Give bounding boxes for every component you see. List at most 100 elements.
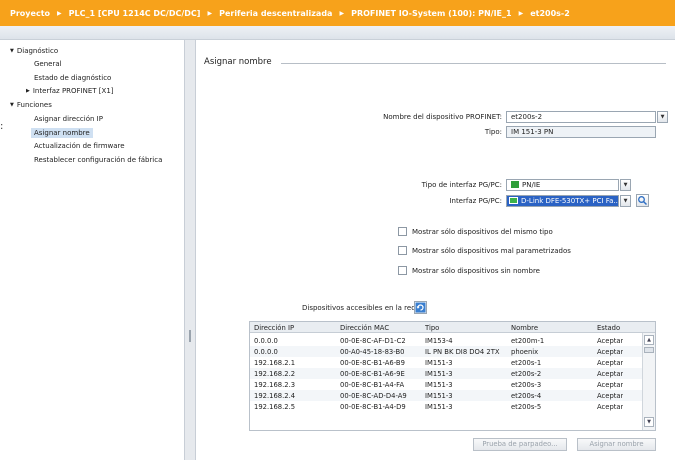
tree-item-diagnostico[interactable]: ▼ Diagnóstico	[10, 47, 58, 55]
cell-ip: 192.168.2.4	[254, 392, 296, 400]
collapse-triangle-icon[interactable]: ▼	[10, 48, 14, 54]
network-flag-icon	[511, 181, 519, 188]
cell-nombre: phoenix	[511, 348, 539, 356]
pg-interface-label: Interfaz PG/PC:	[449, 197, 502, 205]
cell-ip: 0.0.0.0	[254, 348, 278, 356]
chevron-right-icon: ▶	[339, 10, 345, 17]
tree-item-estado[interactable]: Estado de diagnóstico	[34, 74, 111, 82]
cell-estado: Aceptar	[597, 392, 624, 400]
column-header-estado[interactable]: Estado	[597, 324, 620, 332]
section-divider	[281, 63, 666, 64]
cell-nombre: et200m-1	[511, 337, 545, 345]
expand-triangle-icon[interactable]: ▶	[26, 88, 30, 94]
cell-mac: 00-0E-8C-B1-A4-FA	[340, 381, 405, 389]
navigation-tree: ▼ Diagnóstico General Estado de diagnósti…	[0, 40, 184, 460]
breadcrumb-item-periferia[interactable]: Periferia descentralizada	[219, 9, 332, 18]
table-row[interactable]: 192.168.2.4 00-0E-8C-AD-D4-A9 IM151-3 et…	[250, 390, 655, 401]
refresh-icon	[415, 302, 426, 313]
chevron-right-icon: ▶	[518, 10, 524, 17]
device-name-dropdown-button[interactable]: ▼	[657, 111, 668, 123]
cell-ip: 192.168.2.3	[254, 381, 296, 389]
checkbox-misconfigured[interactable]: Mostrar sólo dispositivos mal parametriz…	[398, 246, 571, 255]
table-row[interactable]: 0.0.0.0 00-0E-8C-AF-D1-C2 IM153-4 et200m…	[250, 335, 655, 346]
scroll-down-icon[interactable]: ▼	[644, 417, 654, 427]
tree-item-general[interactable]: General	[34, 60, 62, 68]
column-header-tipo[interactable]: Tipo	[425, 324, 439, 332]
scroll-thumb[interactable]	[644, 347, 654, 353]
column-header-ip[interactable]: Dirección IP	[254, 324, 294, 332]
collapse-triangle-icon[interactable]: ▼	[10, 102, 14, 108]
cell-mac: 00-A0-45-18-83-B0	[340, 348, 405, 356]
cell-estado: Aceptar	[597, 359, 624, 367]
table-scrollbar[interactable]: ▲ ▼	[642, 333, 655, 430]
edge-marker-icon: :	[0, 121, 4, 132]
table-row[interactable]: 0.0.0.0 00-A0-45-18-83-B0 IL PN BK DI8 D…	[250, 346, 655, 357]
pane-splitter[interactable]	[184, 40, 196, 460]
cell-nombre: et200s-1	[511, 359, 542, 367]
checkbox-same-type[interactable]: Mostrar sólo dispositivos del mismo tipo	[398, 227, 553, 236]
cell-estado: Aceptar	[597, 381, 624, 389]
table-row[interactable]: 192.168.2.5 00-0E-8C-B1-A4-D9 IM151-3 et…	[250, 401, 655, 412]
cell-ip: 192.168.2.5	[254, 403, 296, 411]
breadcrumb-item-plc[interactable]: PLC_1 [CPU 1214C DC/DC/DC]	[69, 9, 201, 18]
cell-estado: Aceptar	[597, 348, 624, 356]
device-name-input[interactable]: et200s-2	[506, 111, 656, 123]
table-row[interactable]: 192.168.2.2 00-0E-8C-B1-A6-9E IM151-3 et…	[250, 368, 655, 379]
cell-mac: 00-0E-8C-AD-D4-A9	[340, 392, 407, 400]
type-label: Tipo:	[484, 128, 502, 136]
tree-item-restablecer[interactable]: Restablecer configuración de fábrica	[34, 156, 162, 164]
cell-ip: 192.168.2.2	[254, 370, 296, 378]
pg-interface-select[interactable]: D-Link DFE-530TX+ PCI Fa...	[506, 195, 619, 207]
tree-item-asignar-ip[interactable]: Asignar dirección IP	[34, 115, 103, 123]
cell-tipo: IM151-3	[425, 403, 453, 411]
column-header-nombre[interactable]: Nombre	[511, 324, 538, 332]
type-field: IM 151-3 PN	[506, 126, 656, 138]
refresh-button[interactable]	[414, 301, 427, 314]
search-devices-button[interactable]	[636, 194, 649, 207]
table-row[interactable]: 192.168.2.3 00-0E-8C-B1-A4-FA IM151-3 et…	[250, 379, 655, 390]
cell-tipo: IM151-3	[425, 381, 453, 389]
cell-tipo: IM151-3	[425, 392, 453, 400]
cell-tipo: IM151-3	[425, 370, 453, 378]
tree-item-interfaz[interactable]: ▶ Interfaz PROFINET [X1]	[26, 87, 114, 95]
splitter-grip-icon[interactable]	[189, 330, 191, 342]
cell-nombre: et200s-4	[511, 392, 542, 400]
cell-estado: Aceptar	[597, 403, 624, 411]
breadcrumb: Proyecto ▶ PLC_1 [CPU 1214C DC/DC/DC] ▶ Peri…	[0, 0, 675, 26]
checkbox-box[interactable]	[398, 266, 407, 275]
breadcrumb-item-device[interactable]: et200s-2	[530, 9, 570, 18]
breadcrumb-item-proyecto[interactable]: Proyecto	[10, 9, 50, 18]
scroll-up-icon[interactable]: ▲	[644, 335, 654, 345]
cell-ip: 192.168.2.1	[254, 359, 296, 367]
cell-mac: 00-0E-8C-B1-A6-B9	[340, 359, 405, 367]
checkbox-box[interactable]	[398, 227, 407, 236]
interface-type-select[interactable]: PN/IE	[506, 179, 619, 191]
column-header-mac[interactable]: Dirección MAC	[340, 324, 389, 332]
assign-name-button[interactable]: Asignar nombre	[577, 438, 656, 451]
interface-type-dropdown-button[interactable]: ▼	[620, 179, 631, 191]
cell-nombre: et200s-3	[511, 381, 542, 389]
section-title: Asignar nombre	[204, 57, 272, 67]
magnifier-icon	[638, 196, 648, 206]
flash-test-button[interactable]: Prueba de parpadeo...	[473, 438, 567, 451]
chevron-right-icon: ▶	[207, 10, 213, 17]
cell-tipo: IM151-3	[425, 359, 453, 367]
chevron-right-icon: ▶	[57, 10, 62, 17]
cell-mac: 00-0E-8C-AF-D1-C2	[340, 337, 406, 345]
tree-item-funciones[interactable]: ▼ Funciones	[10, 101, 52, 109]
table-row[interactable]: 192.168.2.1 00-0E-8C-B1-A6-B9 IM151-3 et…	[250, 357, 655, 368]
checkbox-box[interactable]	[398, 246, 407, 255]
cell-nombre: et200s-5	[511, 403, 542, 411]
tree-item-asignar-nombre[interactable]: Asignar nombre	[31, 128, 93, 138]
tree-item-firmware[interactable]: Actualización de firmware	[34, 142, 125, 150]
content-pane: Asignar nombre Nombre del dispositivo PR…	[196, 40, 675, 460]
cell-nombre: et200s-2	[511, 370, 542, 378]
cell-mac: 00-0E-8C-B1-A6-9E	[340, 370, 405, 378]
cell-estado: Aceptar	[597, 370, 624, 378]
breadcrumb-item-io-system[interactable]: PROFINET IO-System (100): PN/IE_1	[351, 9, 512, 18]
checkbox-no-name[interactable]: Mostrar sólo dispositivos sin nombre	[398, 266, 540, 275]
cell-tipo: IL PN BK DI8 DO4 2TX	[425, 348, 500, 356]
pg-interface-dropdown-button[interactable]: ▼	[620, 195, 631, 207]
cell-tipo: IM153-4	[425, 337, 453, 345]
interface-type-label: Tipo de interfaz PG/PC:	[421, 181, 502, 189]
